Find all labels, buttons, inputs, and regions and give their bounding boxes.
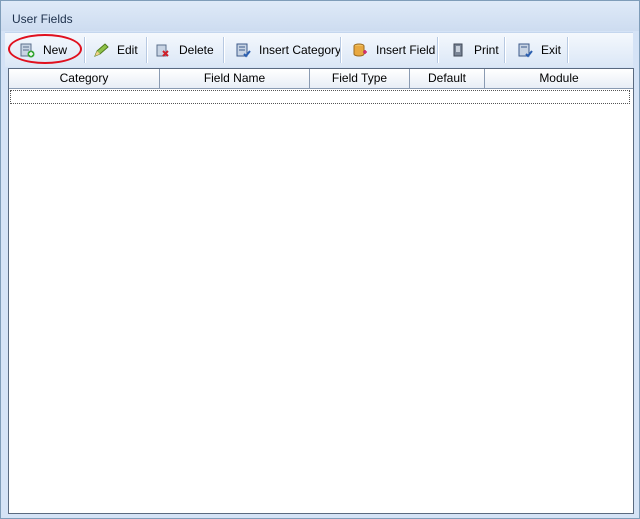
delete-icon [156,44,169,57]
title-bar: User Fields [1,1,639,31]
toolbar-separator [340,37,342,63]
toolbar-separator [146,37,148,63]
print-button[interactable]: Print [450,37,499,63]
toolbar-separator [437,37,439,63]
column-header-default[interactable]: Default [410,69,485,88]
grid-header: Category Field Name Field Type Default M… [9,69,633,89]
insert-category-button[interactable]: Insert Category [235,37,341,63]
insert-field-icon [353,43,367,57]
exit-button-label: Exit [541,43,562,57]
exit-button[interactable]: Exit [517,37,561,63]
edit-button-label: Edit [117,43,138,57]
insert-category-button-label: Insert Category [259,43,342,57]
pencil-icon [94,43,109,57]
toolbar-separator [567,37,569,63]
column-header-field-type[interactable]: Field Type [310,69,410,88]
new-record-icon [20,43,35,58]
new-button[interactable]: New [19,37,67,63]
toolbar-separator [223,37,225,63]
column-header-module[interactable]: Module [485,69,633,88]
delete-button-label: Delete [179,43,214,57]
user-fields-window: User Fields New Edit Delete Insert Categ… [0,0,640,519]
edit-button[interactable]: Edit [93,37,138,63]
toolbar-separator [504,37,506,63]
insert-category-icon [236,43,251,58]
insert-field-button[interactable]: Insert Field [352,37,435,63]
toolbar-separator [84,37,86,63]
column-header-field-name[interactable]: Field Name [160,69,310,88]
printer-icon [453,43,463,57]
new-button-label: New [43,43,68,57]
user-fields-grid[interactable]: Category Field Name Field Type Default M… [8,68,634,514]
window-title: User Fields [12,12,73,26]
toolbar: New Edit Delete Insert Category Insert F… [5,32,633,67]
exit-icon [518,43,533,58]
delete-button[interactable]: Delete [155,37,214,63]
print-button-label: Print [474,43,499,57]
insert-field-button-label: Insert Field [376,43,436,57]
column-header-category[interactable]: Category [9,69,160,88]
table-row-new[interactable] [10,90,630,104]
